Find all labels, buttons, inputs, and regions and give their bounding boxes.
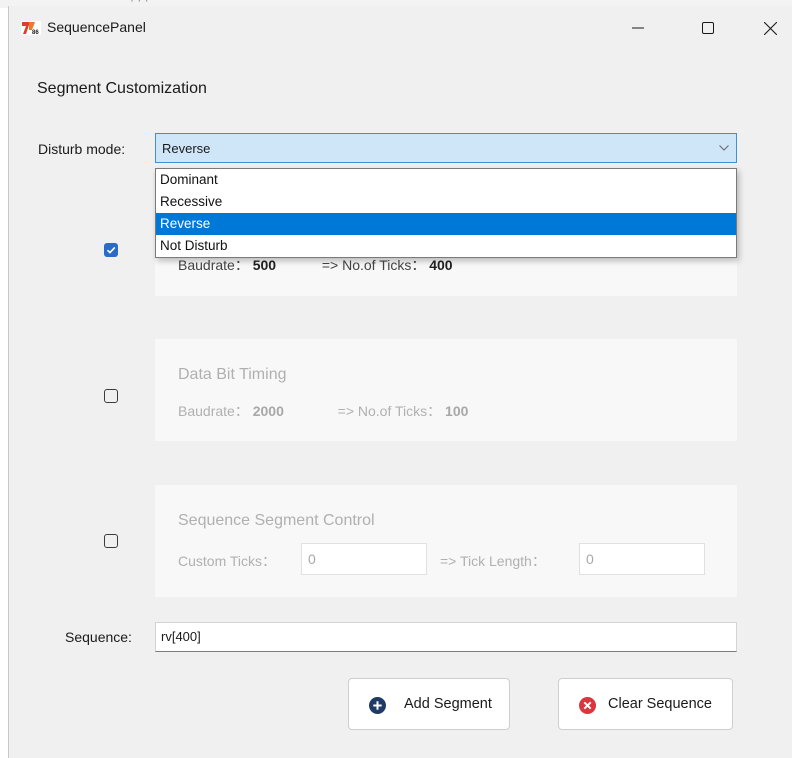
- segment-checkbox-3[interactable]: [104, 534, 118, 548]
- section-title: Segment Customization: [37, 80, 207, 97]
- segment-checkbox-1[interactable]: [104, 243, 118, 257]
- baudrate-value: 2000: [252, 403, 284, 419]
- dropdown-option-reverse[interactable]: Reverse: [156, 213, 736, 235]
- app-logo-icon: 86: [21, 21, 41, 35]
- sequence-value: rv[400]: [161, 629, 201, 644]
- plus-circle-icon: [369, 697, 386, 714]
- add-segment-button[interactable]: Add Segment: [348, 678, 510, 730]
- card-title: Data Bit Timing: [178, 366, 287, 383]
- sequence-panel-window: 86 SequencePanel Segment Customization D…: [8, 6, 792, 758]
- window-title: SequencePanel: [47, 19, 146, 35]
- tick-length-input[interactable]: 0: [579, 543, 705, 575]
- card-title: Sequence Segment Control: [178, 512, 375, 529]
- close-button[interactable]: [747, 6, 792, 50]
- minimize-icon: [632, 27, 644, 29]
- chevron-down-icon: [719, 145, 729, 151]
- baudrate-value: 500: [252, 257, 277, 273]
- ticks-value: 400: [429, 257, 453, 273]
- ticks-label: => No.of Ticks：: [337, 403, 442, 419]
- add-segment-label: Add Segment: [404, 696, 492, 712]
- dropdown-option-recessive[interactable]: Recessive: [156, 191, 736, 213]
- svg-text:86: 86: [32, 30, 39, 35]
- title-bar: 86 SequencePanel: [9, 6, 792, 50]
- custom-ticks-value: 0: [308, 551, 316, 567]
- maximize-icon: [702, 22, 714, 34]
- baudrate-row: Baudrate： 500 => No.of Ticks： 400: [178, 255, 453, 275]
- dropdown-option-dominant[interactable]: Dominant: [156, 169, 736, 191]
- tick-length-value: 0: [586, 551, 594, 567]
- checkmark-icon: [106, 246, 116, 254]
- data-bit-timing-card: Data Bit Timing Baudrate： 2000 => No.of …: [155, 339, 737, 441]
- dropdown-option-not-disturb[interactable]: Not Disturb: [156, 235, 736, 257]
- custom-ticks-input[interactable]: 0: [301, 543, 427, 575]
- minimize-button[interactable]: [615, 6, 661, 50]
- maximize-button[interactable]: [685, 6, 731, 50]
- baudrate-label: Baudrate：: [178, 257, 249, 273]
- baudrate-label: Baudrate：: [178, 403, 249, 419]
- clear-sequence-label: Clear Sequence: [608, 696, 712, 712]
- sequence-segment-control-card: Sequence Segment Control Custom Ticks： 0…: [155, 485, 737, 597]
- clear-sequence-button[interactable]: Clear Sequence: [558, 678, 733, 730]
- close-icon: [763, 21, 777, 35]
- baudrate-row: Baudrate： 2000 => No.of Ticks： 100: [178, 401, 468, 421]
- ticks-value: 100: [445, 403, 469, 419]
- ticks-label: => No.of Ticks：: [321, 257, 426, 273]
- sequence-label: Sequence:: [65, 629, 132, 645]
- disturb-mode-label: Disturb mode:: [38, 141, 126, 157]
- disturb-mode-select[interactable]: Reverse: [155, 133, 737, 163]
- segment-checkbox-2[interactable]: [104, 389, 118, 403]
- sequence-input[interactable]: rv[400]: [155, 622, 737, 652]
- custom-ticks-label: Custom Ticks：: [178, 553, 277, 569]
- tick-length-label: => Tick Length：: [440, 553, 546, 569]
- disturb-mode-value: Reverse: [162, 141, 211, 156]
- disturb-mode-dropdown-list: Dominant Recessive Reverse Not Disturb: [155, 168, 737, 258]
- remove-circle-icon: [579, 697, 596, 714]
